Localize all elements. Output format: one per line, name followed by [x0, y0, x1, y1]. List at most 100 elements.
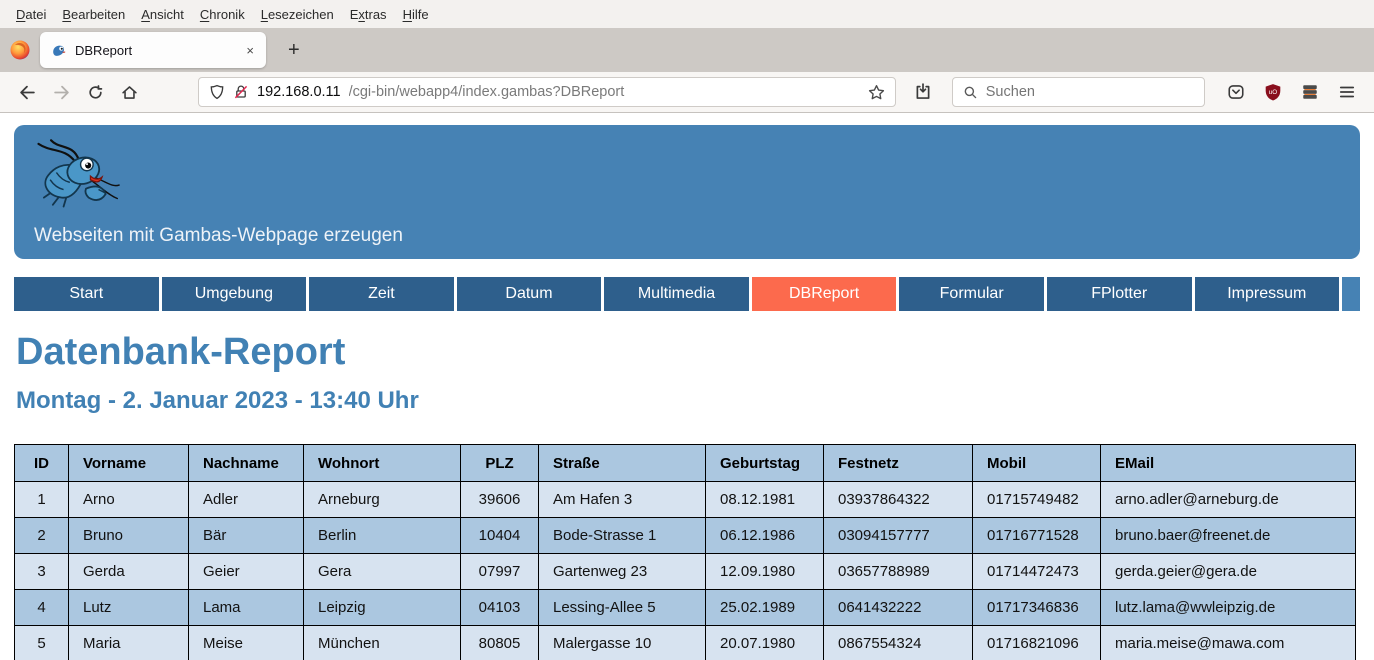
url-bar[interactable]: 192.168.0.11/cgi-bin/webapp4/index.gamba…	[198, 77, 896, 107]
menu-extras[interactable]: Extras	[342, 7, 395, 22]
ublock-shield-icon: uO	[1264, 83, 1282, 101]
new-tab-button[interactable]: +	[280, 39, 308, 62]
header-row: IDVornameNachnameWohnortPLZStraßeGeburts…	[15, 445, 1356, 482]
table-cell: maria.meise@mawa.com	[1101, 626, 1356, 660]
table-row: 5MariaMeiseMünchen80805Malergasse 1020.0…	[15, 626, 1356, 660]
save-page-button[interactable]	[906, 77, 940, 107]
table-cell: 4	[15, 590, 69, 626]
table-cell: 80805	[461, 626, 539, 660]
menu-bearbeiten[interactable]: Bearbeiten	[54, 7, 133, 22]
menu-hilfe[interactable]: Hilfe	[395, 7, 437, 22]
column-header-wohnort: Wohnort	[304, 445, 461, 482]
table-cell: 01716771528	[973, 518, 1101, 554]
back-button[interactable]	[10, 77, 44, 107]
table-cell: Berlin	[304, 518, 461, 554]
report-table-body: 1ArnoAdlerArneburg39606Am Hafen 308.12.1…	[15, 482, 1356, 660]
nav-item-multimedia[interactable]: Multimedia	[604, 277, 749, 311]
insecure-lock-icon[interactable]	[233, 84, 249, 100]
column-header-straße: Straße	[539, 445, 706, 482]
table-cell: Lessing-Allee 5	[539, 590, 706, 626]
page-content: Webseiten mit Gambas-Webpage erzeugen St…	[0, 113, 1374, 660]
back-icon	[19, 84, 36, 101]
column-header-mobil: Mobil	[973, 445, 1101, 482]
table-cell: 01714472473	[973, 554, 1101, 590]
menu-lesezeichen[interactable]: Lesezeichen	[253, 7, 342, 22]
nav-item-formular[interactable]: Formular	[899, 277, 1044, 311]
app-menu-button[interactable]	[1330, 77, 1364, 107]
tab-title: DBReport	[75, 43, 240, 58]
table-cell: Adler	[189, 482, 304, 518]
column-header-vorname: Vorname	[69, 445, 189, 482]
tab-dbreport[interactable]: DBReport ×	[40, 32, 266, 68]
nav-item-datum[interactable]: Datum	[457, 277, 602, 311]
table-cell: 07997	[461, 554, 539, 590]
table-cell: Bär	[189, 518, 304, 554]
table-cell: Am Hafen 3	[539, 482, 706, 518]
search-placeholder: Suchen	[986, 84, 1035, 100]
menubar-items: DateiBearbeitenAnsichtChronikLesezeichen…	[8, 7, 437, 22]
table-cell: Arneburg	[304, 482, 461, 518]
table-cell: 12.09.1980	[706, 554, 824, 590]
forward-button[interactable]	[44, 77, 78, 107]
page-subtitle: Montag - 2. Januar 2023 - 13:40 Uhr	[16, 387, 1374, 415]
nav-item-zeit[interactable]: Zeit	[309, 277, 454, 311]
url-host: 192.168.0.11	[257, 84, 341, 100]
server-extension-button[interactable]	[1293, 77, 1327, 107]
table-row: 2BrunoBärBerlin10404Bode-Strasse 106.12.…	[15, 518, 1356, 554]
table-cell: 01715749482	[973, 482, 1101, 518]
table-cell: 10404	[461, 518, 539, 554]
report-table-head: IDVornameNachnameWohnortPLZStraßeGeburts…	[15, 445, 1356, 482]
navigation-toolbar: 192.168.0.11/cgi-bin/webapp4/index.gamba…	[0, 72, 1374, 113]
toolbar-right-icons: uO	[1219, 77, 1364, 107]
nav-item-impressum[interactable]: Impressum	[1195, 277, 1340, 311]
firefox-logo-icon[interactable]	[0, 39, 40, 61]
forward-icon	[53, 84, 70, 101]
nav-item-umgebung[interactable]: Umgebung	[162, 277, 307, 311]
table-cell: München	[304, 626, 461, 660]
table-cell: Gerda	[69, 554, 189, 590]
pocket-button[interactable]	[1219, 77, 1253, 107]
reload-button[interactable]	[78, 77, 112, 107]
nav-item-start[interactable]: Start	[14, 277, 159, 311]
hamburger-menu-icon	[1338, 83, 1356, 101]
nav-filler	[1342, 277, 1360, 311]
menu-chronik[interactable]: Chronik	[192, 7, 253, 22]
nav-item-dbreport[interactable]: DBReport	[752, 277, 897, 311]
table-cell: 01717346836	[973, 590, 1101, 626]
table-cell: 03094157777	[824, 518, 973, 554]
bookmark-star-icon[interactable]	[868, 84, 885, 101]
menu-ansicht[interactable]: Ansicht	[133, 7, 192, 22]
menubar: DateiBearbeitenAnsichtChronikLesezeichen…	[0, 0, 1374, 28]
table-cell: bruno.baer@freenet.de	[1101, 518, 1356, 554]
column-header-email: EMail	[1101, 445, 1356, 482]
menu-datei[interactable]: Datei	[8, 7, 54, 22]
page-banner: Webseiten mit Gambas-Webpage erzeugen	[14, 125, 1360, 259]
tab-close-icon[interactable]: ×	[240, 40, 260, 61]
home-button[interactable]	[112, 77, 146, 107]
reload-icon	[87, 84, 104, 101]
shield-permissions-icon[interactable]	[209, 84, 225, 100]
table-cell: 08.12.1981	[706, 482, 824, 518]
table-cell: arno.adler@arneburg.de	[1101, 482, 1356, 518]
tab-bar: DBReport × +	[0, 28, 1374, 72]
column-header-id: ID	[15, 445, 69, 482]
table-cell: 3	[15, 554, 69, 590]
table-cell: Bruno	[69, 518, 189, 554]
table-cell: lutz.lama@wwleipzig.de	[1101, 590, 1356, 626]
table-cell: 0641432222	[824, 590, 973, 626]
column-header-geburtstag: Geburtstag	[706, 445, 824, 482]
banner-title: Webseiten mit Gambas-Webpage erzeugen	[34, 225, 1340, 247]
table-cell: Gera	[304, 554, 461, 590]
page-nav: StartUmgebungZeitDatumMultimediaDBReport…	[14, 277, 1360, 311]
url-path: /cgi-bin/webapp4/index.gambas?DBReport	[349, 84, 860, 100]
ublock-extension-button[interactable]: uO	[1256, 77, 1290, 107]
search-bar[interactable]: Suchen	[952, 77, 1205, 107]
server-stack-icon	[1301, 83, 1319, 101]
table-cell: 03937864322	[824, 482, 973, 518]
column-header-nachname: Nachname	[189, 445, 304, 482]
table-row: 3GerdaGeierGera07997Gartenweg 2312.09.19…	[15, 554, 1356, 590]
table-cell: Malergasse 10	[539, 626, 706, 660]
table-cell: 5	[15, 626, 69, 660]
nav-item-fplotter[interactable]: FPlotter	[1047, 277, 1192, 311]
table-cell: 04103	[461, 590, 539, 626]
